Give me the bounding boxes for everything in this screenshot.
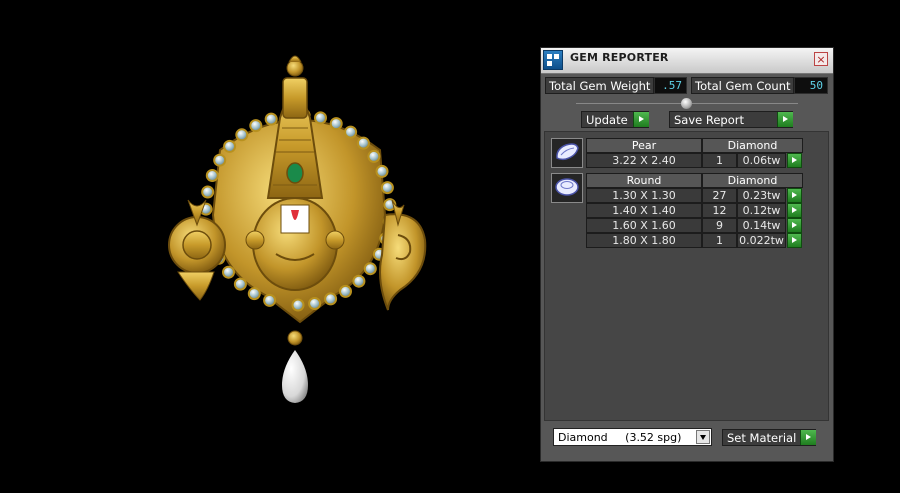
- pendant-render: [168, 55, 427, 403]
- diamond-stone: [247, 287, 261, 301]
- play-arrow-icon: [800, 430, 816, 445]
- select-gem-row-button[interactable]: [787, 218, 802, 233]
- material-dropdown[interactable]: Diamond (3.52 spg): [553, 428, 712, 446]
- pear-shape-header: Pear: [586, 138, 702, 153]
- diamond-stone: [367, 149, 381, 163]
- diamond-stone: [375, 164, 389, 178]
- gem-size-cell: 1.80 X 1.80: [586, 233, 702, 248]
- diamond-stone: [356, 136, 370, 150]
- material-dropdown-value: Diamond (3.52 spg): [558, 431, 682, 444]
- total-gem-weight-label: Total Gem Weight: [545, 77, 654, 94]
- 3d-viewport[interactable]: [0, 0, 540, 493]
- total-gem-count-value: 50: [794, 77, 828, 94]
- emerald-gem: [286, 162, 304, 184]
- set-material-button[interactable]: Set Material: [722, 429, 816, 446]
- round-material-header: Diamond: [702, 173, 803, 188]
- diamond-stone: [352, 274, 366, 288]
- diamond-stone: [339, 284, 352, 298]
- diamond-stone: [291, 298, 305, 312]
- gem-count-cell: 12: [702, 203, 737, 218]
- round-gem-icon[interactable]: [551, 173, 583, 203]
- gem-count-cell: 1: [702, 233, 737, 248]
- gem-size-cell: 1.40 X 1.40: [586, 203, 702, 218]
- gem-weight-cell: 0.12tw: [737, 203, 786, 218]
- gem-weight-cell: 0.022tw: [737, 233, 786, 248]
- diamond-stone: [264, 112, 278, 126]
- right-conch-ornament: [379, 199, 427, 311]
- total-gem-count-label: Total Gem Count: [691, 77, 794, 94]
- update-button[interactable]: Update: [581, 111, 649, 128]
- gem-count-cell: 9: [702, 218, 737, 233]
- gem-size-cell: 1.60 X 1.60: [586, 218, 702, 233]
- gem-size-cell: 3.22 X 2.40: [586, 153, 702, 168]
- round-shape-header: Round: [586, 173, 702, 188]
- gem-weight-cell: 0.23tw: [737, 188, 786, 203]
- save-report-button[interactable]: Save Report: [669, 111, 793, 128]
- save-report-button-label: Save Report: [674, 113, 745, 127]
- splitter-handle[interactable]: [681, 98, 692, 109]
- diamond-stone: [344, 125, 358, 139]
- diamond-stone: [235, 128, 249, 142]
- diamond-stone: [233, 277, 247, 291]
- select-gem-row-button[interactable]: [787, 203, 802, 218]
- diamond-stone: [363, 262, 377, 276]
- play-arrow-icon: [633, 112, 649, 127]
- diamond-stone: [329, 117, 343, 131]
- pear-gem-icon[interactable]: [551, 138, 583, 168]
- panel-title: GEM REPORTER: [570, 51, 669, 64]
- select-gem-row-button[interactable]: [787, 233, 802, 248]
- total-gem-weight-value: .57: [654, 77, 687, 94]
- panel-titlebar[interactable]: GEM REPORTER ×: [541, 48, 833, 74]
- diamond-stone: [308, 297, 322, 310]
- play-arrow-icon: [777, 112, 793, 127]
- set-material-button-label: Set Material: [727, 431, 797, 445]
- diamond-stone: [249, 119, 263, 133]
- diamond-stone: [213, 153, 227, 167]
- gem-count-cell: 27: [702, 188, 737, 203]
- diamond-stone: [263, 293, 277, 307]
- gem-weight-cell: 0.14tw: [737, 218, 786, 233]
- select-gem-row-button[interactable]: [787, 153, 802, 168]
- diamond-stone: [222, 265, 235, 279]
- gem-size-cell: 1.30 X 1.30: [586, 188, 702, 203]
- diamond-stone: [324, 292, 338, 306]
- gem-count-cell: 1: [702, 153, 737, 168]
- diamond-stone: [205, 169, 219, 182]
- gem-report-table: Pear Diamond 3.22 X 2.40 1 0.06tw Round …: [544, 131, 829, 421]
- gem-reporter-app-icon: [543, 50, 563, 70]
- update-button-label: Update: [586, 113, 628, 127]
- pear-material-header: Diamond: [702, 138, 803, 153]
- chevron-down-icon[interactable]: [696, 430, 710, 444]
- diamond-stone: [314, 111, 327, 125]
- select-gem-row-button[interactable]: [787, 188, 802, 203]
- close-icon[interactable]: ×: [814, 52, 828, 66]
- diamond-stone: [201, 185, 215, 199]
- gem-weight-cell: 0.06tw: [737, 153, 786, 168]
- diamond-stone: [223, 139, 237, 153]
- gem-reporter-panel: GEM REPORTER × Total Gem Weight .57 Tota…: [540, 47, 834, 462]
- diamond-stone: [380, 181, 394, 195]
- pearl-drop: [282, 330, 308, 403]
